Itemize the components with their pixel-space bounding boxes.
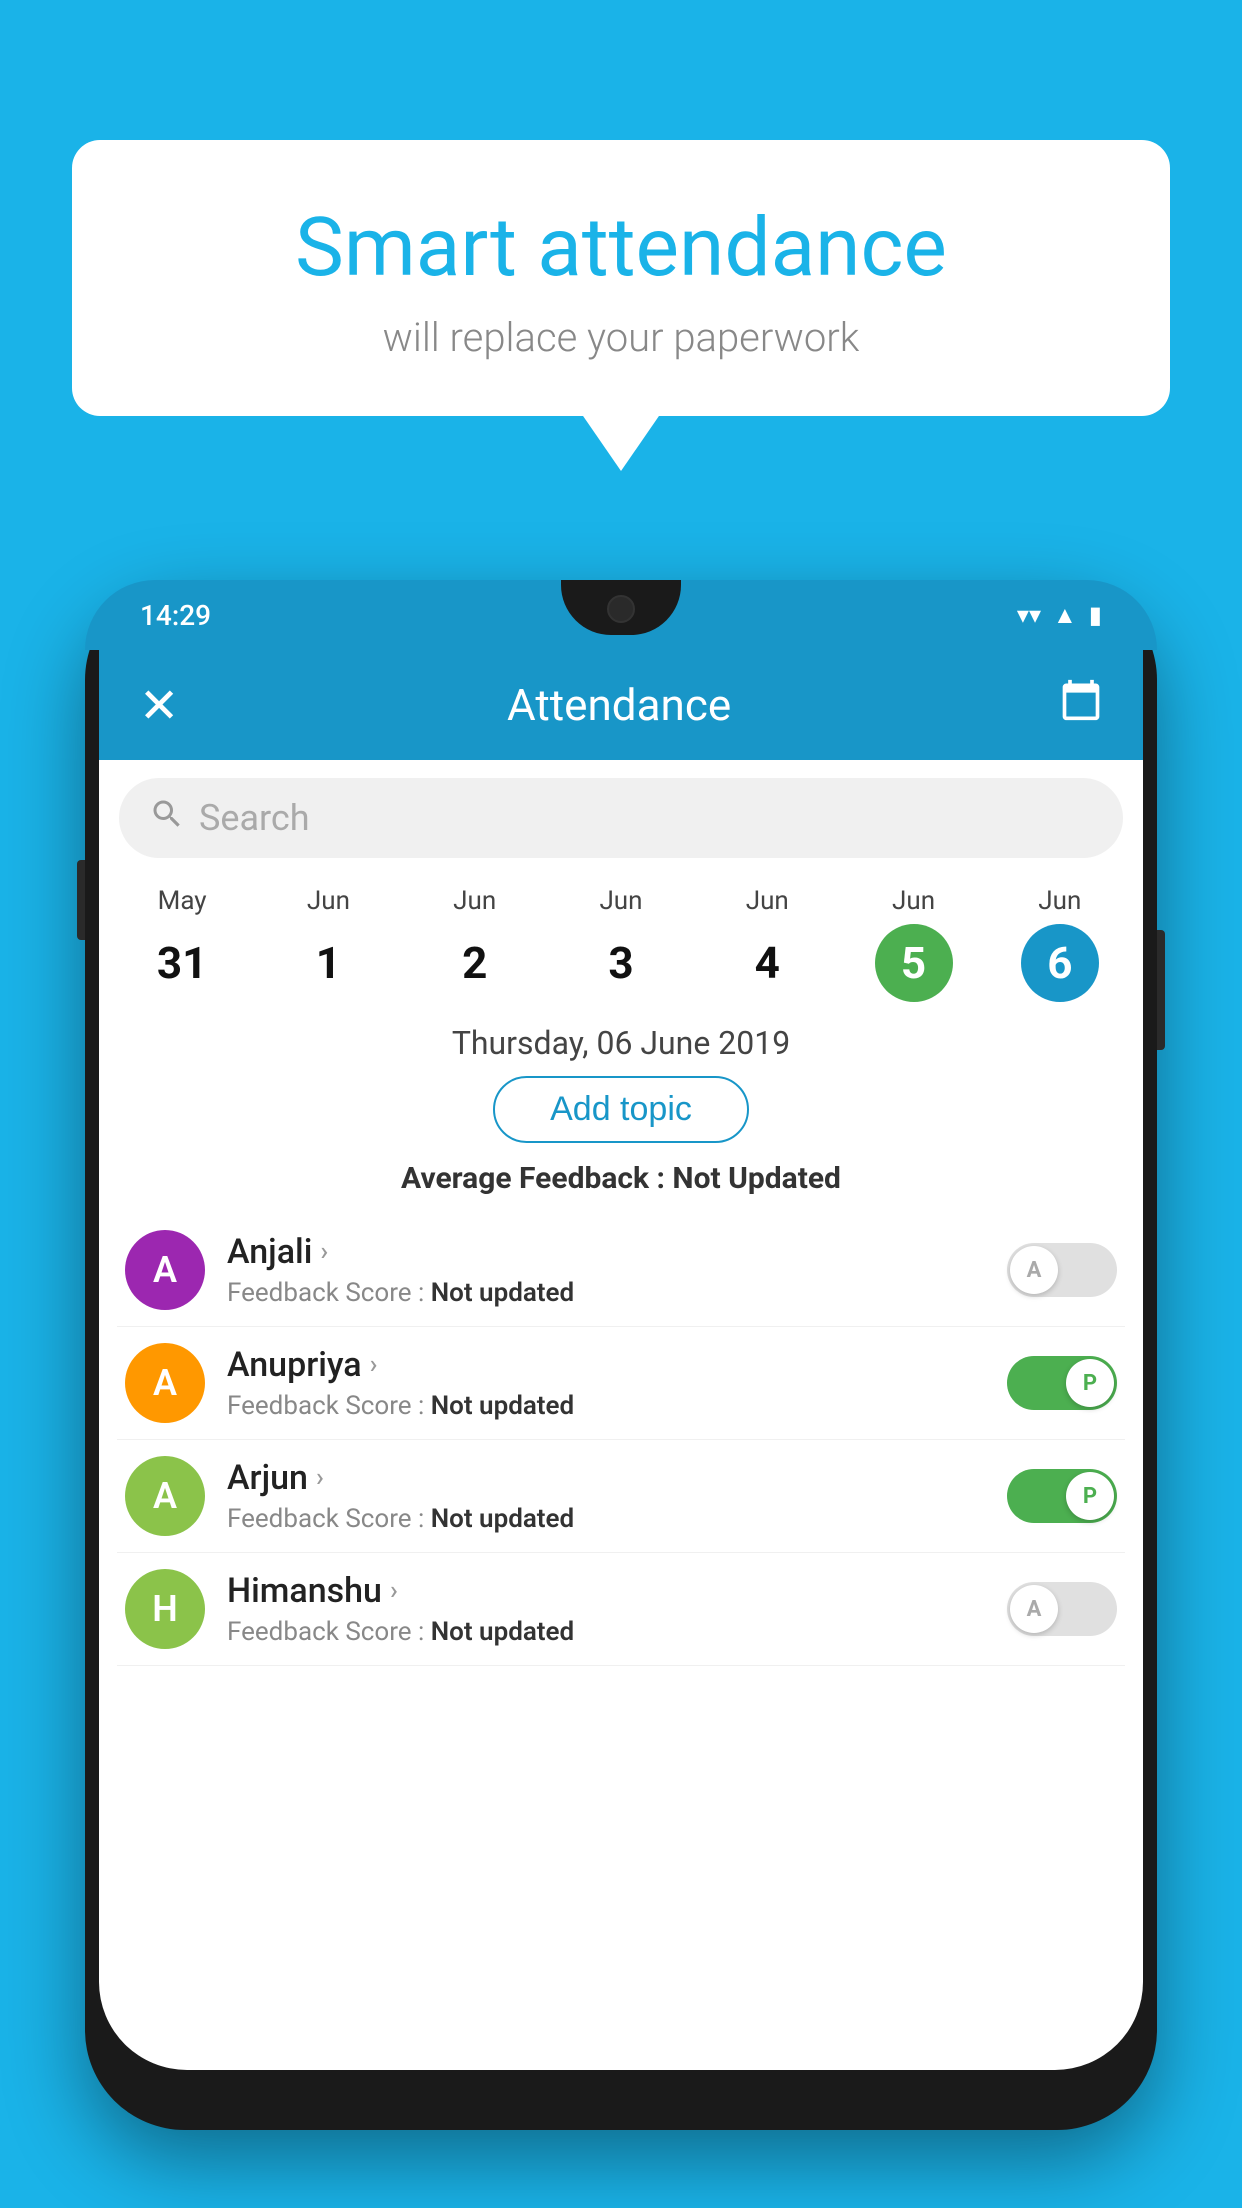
- avatar: A: [125, 1230, 205, 1310]
- phone-frame: 14:29 ▾▾ ▲ ▮ ✕ Attendance: [85, 580, 1157, 2130]
- chevron-right-icon: ›: [390, 1576, 398, 1606]
- date-number: 1: [289, 924, 367, 1002]
- student-name[interactable]: Arjun ›: [227, 1458, 985, 1498]
- close-button[interactable]: ✕: [139, 677, 179, 734]
- toggle-knob: A: [1010, 1246, 1058, 1294]
- student-info: Himanshu › Feedback Score : Not updated: [227, 1571, 985, 1647]
- date-month: Jun: [599, 886, 642, 916]
- date-month: Jun: [307, 886, 350, 916]
- page-title: Attendance: [179, 679, 1059, 731]
- student-name[interactable]: Anupriya ›: [227, 1345, 985, 1385]
- student-item: A Anupriya › Feedback Score : Not updated P: [117, 1327, 1125, 1440]
- date-number: 2: [436, 924, 514, 1002]
- phone-power-button: [1157, 930, 1165, 1050]
- student-list: AAnjali ›Feedback Score : Not updatedAAA…: [99, 1214, 1143, 1666]
- date-strip: May 31 Jun 1 Jun 2 Jun 3 Jun 4 Jun 5 Jun 6: [99, 876, 1143, 1002]
- avg-feedback-prefix: Average Feedback :: [401, 1161, 672, 1196]
- search-icon: [149, 796, 185, 841]
- student-info: Anjali › Feedback Score : Not updated: [227, 1232, 985, 1308]
- date-month: Jun: [1038, 886, 1081, 916]
- avatar: A: [125, 1343, 205, 1423]
- avg-feedback: Average Feedback : Not Updated: [99, 1161, 1143, 1196]
- student-score: Feedback Score : Not updated: [227, 1504, 985, 1534]
- attendance-toggle[interactable]: P: [1007, 1469, 1117, 1523]
- date-item[interactable]: Jun 5: [840, 886, 986, 1002]
- date-item[interactable]: Jun 1: [255, 886, 401, 1002]
- signal-icon: ▲: [1053, 601, 1077, 630]
- status-icons: ▾▾ ▲ ▮: [1017, 601, 1102, 630]
- app-header: ✕ Attendance: [99, 650, 1143, 760]
- chevron-right-icon: ›: [320, 1237, 328, 1267]
- date-month: Jun: [892, 886, 935, 916]
- date-number: 3: [582, 924, 660, 1002]
- date-item[interactable]: May 31: [109, 886, 255, 1002]
- chevron-right-icon: ›: [316, 1463, 324, 1493]
- toggle-knob: A: [1010, 1585, 1058, 1633]
- search-placeholder: Search: [199, 797, 310, 839]
- date-item[interactable]: Jun 6: [987, 886, 1133, 1002]
- date-month: May: [158, 886, 207, 916]
- date-month: Jun: [453, 886, 496, 916]
- bubble-subtitle: will replace your paperwork: [132, 314, 1110, 361]
- battery-icon: ▮: [1089, 601, 1102, 629]
- calendar-icon[interactable]: [1059, 678, 1103, 732]
- speech-bubble: Smart attendance will replace your paper…: [72, 140, 1170, 416]
- phone-camera: [607, 595, 635, 623]
- date-number: 6: [1021, 924, 1099, 1002]
- add-topic-button[interactable]: Add topic: [493, 1076, 749, 1143]
- toggle-knob: P: [1066, 1359, 1114, 1407]
- student-score: Feedback Score : Not updated: [227, 1617, 985, 1647]
- student-score: Feedback Score : Not updated: [227, 1391, 985, 1421]
- date-number: 31: [143, 924, 221, 1002]
- phone-volume-button: [77, 860, 85, 940]
- toggle-knob: P: [1066, 1472, 1114, 1520]
- student-info: Anupriya › Feedback Score : Not updated: [227, 1345, 985, 1421]
- speech-bubble-container: Smart attendance will replace your paper…: [72, 140, 1170, 416]
- phone-container: 14:29 ▾▾ ▲ ▮ ✕ Attendance: [85, 580, 1157, 2208]
- student-score: Feedback Score : Not updated: [227, 1278, 985, 1308]
- avatar: H: [125, 1569, 205, 1649]
- student-info: Arjun › Feedback Score : Not updated: [227, 1458, 985, 1534]
- bubble-title: Smart attendance: [132, 200, 1110, 296]
- date-item[interactable]: Jun 3: [548, 886, 694, 1002]
- attendance-toggle[interactable]: A: [1007, 1243, 1117, 1297]
- attendance-toggle[interactable]: P: [1007, 1356, 1117, 1410]
- selected-date-label: Thursday, 06 June 2019: [99, 1024, 1143, 1062]
- wifi-icon: ▾▾: [1017, 601, 1041, 629]
- status-time: 14:29: [140, 599, 211, 632]
- chevron-right-icon: ›: [370, 1350, 378, 1380]
- student-name[interactable]: Anjali ›: [227, 1232, 985, 1272]
- student-item: A Anjali › Feedback Score : Not updated A: [117, 1214, 1125, 1327]
- date-item[interactable]: Jun 2: [402, 886, 548, 1002]
- student-item: A Arjun › Feedback Score : Not updated P: [117, 1440, 1125, 1553]
- attendance-toggle[interactable]: A: [1007, 1582, 1117, 1636]
- date-number: 4: [728, 924, 806, 1002]
- student-item: H Himanshu › Feedback Score : Not updated A: [117, 1553, 1125, 1666]
- date-item[interactable]: Jun 4: [694, 886, 840, 1002]
- search-bar[interactable]: Search: [119, 778, 1123, 858]
- avatar: A: [125, 1456, 205, 1536]
- date-number: 5: [875, 924, 953, 1002]
- phone-screen: ✕ Attendance Search: [99, 650, 1143, 2070]
- student-name[interactable]: Himanshu ›: [227, 1571, 985, 1611]
- avg-feedback-value: Not Updated: [672, 1161, 841, 1196]
- date-month: Jun: [746, 886, 789, 916]
